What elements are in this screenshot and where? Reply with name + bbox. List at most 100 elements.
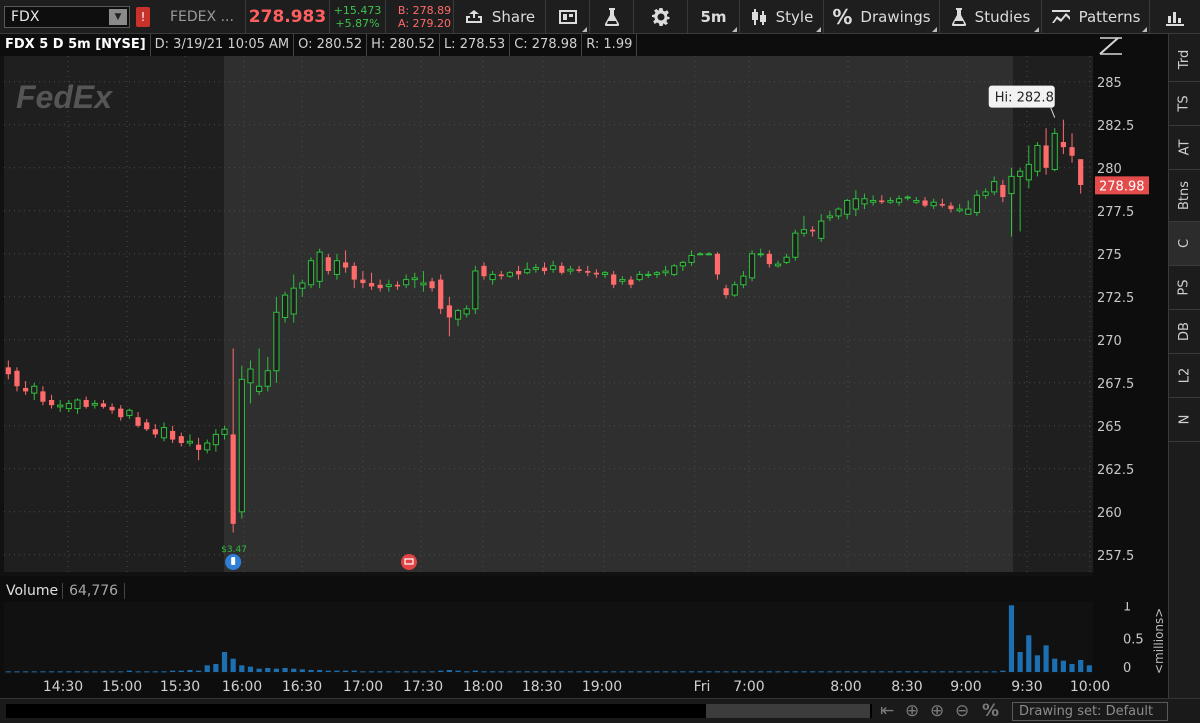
active-trader-button[interactable] xyxy=(1150,0,1200,34)
flexible-grid-button[interactable] xyxy=(546,0,590,34)
studies-label: Studies xyxy=(974,8,1031,26)
volume-unit-label: <millions> xyxy=(1152,607,1166,674)
volume-bar xyxy=(239,665,245,672)
tab-active-trader[interactable]: AT xyxy=(1169,126,1200,170)
volume-bar xyxy=(844,671,850,673)
high-annotation: Hi: 282.8 xyxy=(995,91,1054,106)
volume-bar xyxy=(144,671,150,673)
volume-bar xyxy=(628,671,634,673)
volume-bar xyxy=(308,670,314,672)
tab-label: AT xyxy=(1176,139,1192,156)
settings-button[interactable] xyxy=(634,0,688,34)
volume-bar xyxy=(31,671,37,673)
volume-bar xyxy=(256,668,262,672)
drawing-set-select[interactable]: Drawing set: Default xyxy=(1012,702,1168,721)
tab-news[interactable]: N xyxy=(1169,398,1200,442)
volume-bar xyxy=(334,670,340,672)
volume-bar xyxy=(775,671,781,673)
share-button[interactable]: Share xyxy=(454,0,546,34)
volume-bar xyxy=(931,671,937,673)
volume-tick-label: 1 xyxy=(1123,602,1131,614)
x-tick-label: 14:30 xyxy=(43,679,83,695)
change-block: +15.473 +5.87% xyxy=(330,0,386,34)
scrollbar-thumb[interactable] xyxy=(706,704,870,718)
tab-label: Btns xyxy=(1177,180,1192,211)
top-toolbar: FDX ▼ ! FEDEX ... 278.983 +15.473 +5.87%… xyxy=(0,0,1200,34)
price-chart[interactable]: FedEx 285 282.5 280 277.5 275 272.5 270 267.5 26… xyxy=(0,56,1168,576)
studies-button[interactable]: Studies xyxy=(940,0,1042,34)
volume-bar xyxy=(247,666,254,672)
low-value: L: 278.53 xyxy=(440,34,511,56)
bottom-bar: ⇤ ⊕ ⊕ ⊖ % Drawing set: Default xyxy=(0,698,1200,723)
volume-bar xyxy=(732,671,738,673)
volume-bar xyxy=(567,671,574,673)
volume-bar xyxy=(758,671,764,673)
tab-dashboard[interactable]: DB xyxy=(1169,310,1200,354)
volume-bar xyxy=(913,671,919,673)
tab-buttons[interactable]: Btns xyxy=(1169,170,1200,222)
volume-bar xyxy=(559,671,565,673)
tab-time-sales[interactable]: TS xyxy=(1169,82,1200,126)
volume-label: Volume xyxy=(0,583,64,599)
aggregation-button[interactable]: 5m xyxy=(688,0,740,34)
volume-bar xyxy=(152,671,158,673)
style-button[interactable]: Style xyxy=(740,0,824,34)
high-value: H: 280.52 xyxy=(367,34,440,56)
volume-bar xyxy=(195,670,202,672)
volume-bar xyxy=(1060,660,1066,672)
tab-level-2[interactable]: L2 xyxy=(1169,354,1200,398)
volume-bar xyxy=(1017,652,1023,672)
volume-bar xyxy=(325,670,331,672)
drawings-label: Drawings xyxy=(860,8,931,26)
patterns-button[interactable]: Patterns xyxy=(1042,0,1150,34)
volume-bar xyxy=(861,671,868,673)
volume-bar xyxy=(386,671,392,673)
tab-trade[interactable]: Trd xyxy=(1169,38,1200,82)
volume-chart[interactable]: 10.50 xyxy=(0,602,1168,674)
volume-bar xyxy=(490,671,496,673)
x-tick-label: 17:30 xyxy=(403,679,443,695)
zoom-out-icon[interactable]: ⊖ xyxy=(955,701,969,721)
volume-bar xyxy=(1034,655,1041,672)
volume-bar xyxy=(368,671,375,673)
auto-scale-icon[interactable] xyxy=(1098,36,1124,56)
symbol-input[interactable]: FDX ▼ xyxy=(4,6,130,28)
tab-chart[interactable]: C xyxy=(1169,222,1200,266)
crosshair-icon[interactable]: ⊕ xyxy=(905,701,919,721)
tab-product-depth[interactable]: PS xyxy=(1169,266,1200,310)
x-tick-label: 10:00 xyxy=(1070,679,1110,695)
studies-flask-icon xyxy=(951,8,966,26)
volume-bar xyxy=(818,671,824,673)
volume-bar xyxy=(792,671,798,673)
volume-bar xyxy=(749,671,755,673)
volume-bar xyxy=(299,669,305,672)
experiment-button[interactable] xyxy=(590,0,634,34)
drawings-button[interactable]: % Drawings xyxy=(824,0,940,34)
volume-bar xyxy=(740,671,746,673)
candle xyxy=(1051,128,1058,172)
alert-icon[interactable]: ! xyxy=(136,7,150,27)
scroll-arrows-icon[interactable]: ⇤ xyxy=(880,701,894,721)
volume-bar xyxy=(187,670,193,672)
x-tick-label: 8:00 xyxy=(830,679,861,695)
percent-scale-icon[interactable]: % xyxy=(982,701,999,721)
y-tick-label: 285 xyxy=(1097,76,1122,91)
volume-bar xyxy=(801,671,807,673)
y-tick-label: 277.5 xyxy=(1097,205,1134,220)
volume-bar xyxy=(412,671,418,673)
volume-header: Volume 64,776 xyxy=(0,580,1093,602)
volume-bar xyxy=(66,671,72,673)
volume-bar xyxy=(939,671,945,673)
event-icon[interactable] xyxy=(401,554,417,570)
volume-bar xyxy=(455,670,461,672)
zoom-in-icon[interactable]: ⊕ xyxy=(930,701,944,721)
y-tick-label: 267.5 xyxy=(1097,377,1134,392)
share-label: Share xyxy=(491,8,536,26)
symbol-description: FEDEX ... xyxy=(160,0,246,34)
volume-bar xyxy=(697,671,703,673)
volume-bar xyxy=(585,671,591,673)
volume-bar xyxy=(170,670,176,672)
x-tick-label: 19:00 xyxy=(582,679,622,695)
symbol-dropdown-icon[interactable]: ▼ xyxy=(109,9,127,25)
volume-bar xyxy=(671,671,677,673)
